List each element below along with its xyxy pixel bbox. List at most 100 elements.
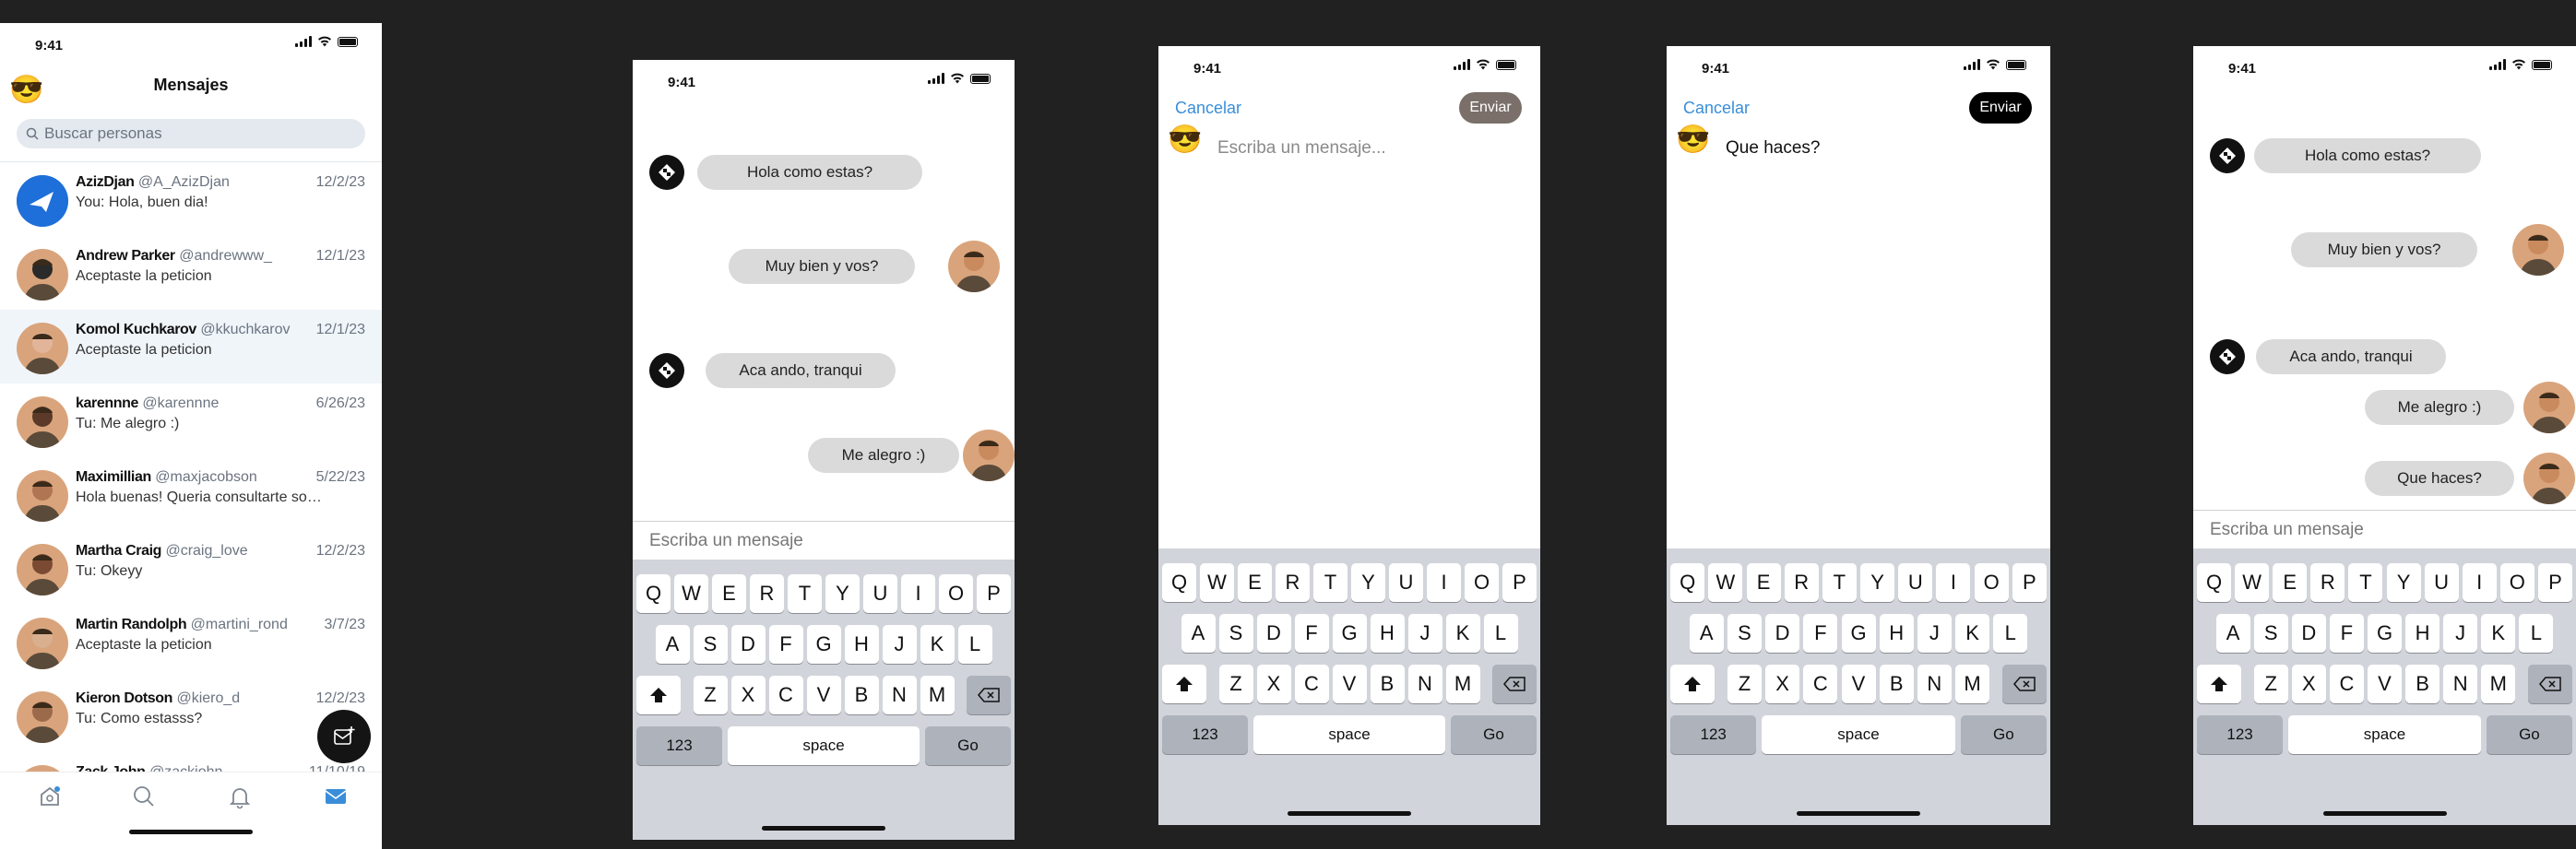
key-f[interactable]: F	[2329, 614, 2364, 653]
key-j[interactable]: J	[2443, 614, 2478, 653]
key-c[interactable]: C	[2329, 665, 2364, 703]
key-q[interactable]: Q	[636, 574, 671, 613]
key-v[interactable]: V	[1841, 665, 1876, 703]
key-k[interactable]: K	[920, 625, 955, 664]
key-h[interactable]: H	[1879, 614, 1914, 653]
key-l[interactable]: L	[2519, 614, 2554, 653]
shift-key[interactable]	[1670, 665, 1715, 703]
key-l[interactable]: L	[1993, 614, 2028, 653]
key-b[interactable]: B	[1879, 665, 1914, 703]
key-e[interactable]: E	[1746, 563, 1781, 602]
space-key[interactable]: space	[1253, 715, 1445, 754]
key-k[interactable]: K	[1955, 614, 1990, 653]
key-j[interactable]: J	[882, 625, 917, 664]
key-o[interactable]: O	[1974, 563, 2009, 602]
key-o[interactable]: O	[939, 574, 973, 613]
key-u[interactable]: U	[2424, 563, 2459, 602]
message-input[interactable]: Escriba un mensaje	[633, 521, 1015, 560]
shift-key[interactable]	[2197, 665, 2242, 703]
search-input[interactable]: Buscar personas	[17, 119, 365, 148]
key-b[interactable]: B	[844, 676, 879, 714]
delete-key[interactable]	[2001, 665, 2047, 703]
key-p[interactable]: P	[977, 574, 1011, 613]
key-s[interactable]: S	[2253, 614, 2288, 653]
key-g[interactable]: G	[1841, 614, 1876, 653]
key-d[interactable]: D	[1256, 614, 1291, 653]
go-key[interactable]: Go	[2486, 715, 2572, 754]
key-l[interactable]: L	[1483, 614, 1518, 653]
key-k[interactable]: K	[1445, 614, 1480, 653]
bell-icon[interactable]	[227, 784, 253, 809]
send-button[interactable]: Enviar	[1459, 92, 1522, 124]
key-d[interactable]: D	[1765, 614, 1800, 653]
key-s[interactable]: S	[1727, 614, 1762, 653]
conversation-row[interactable]: Martin Randolph @martini_rond 3/7/23 Acept…	[0, 605, 382, 678]
message-input[interactable]: Escriba un mensaje	[2193, 510, 2576, 548]
key-p[interactable]: P	[2012, 563, 2047, 602]
key-y[interactable]: Y	[1351, 563, 1385, 602]
go-key[interactable]: Go	[1960, 715, 2047, 754]
key-t[interactable]: T	[1822, 563, 1857, 602]
key-n[interactable]: N	[2443, 665, 2478, 703]
key-z[interactable]: Z	[2253, 665, 2288, 703]
key-a[interactable]: A	[1689, 614, 1724, 653]
space-key[interactable]: space	[728, 726, 920, 765]
key-v[interactable]: V	[806, 676, 841, 714]
numbers-key[interactable]: 123	[1162, 715, 1248, 754]
key-p[interactable]: P	[1502, 563, 1537, 602]
key-j[interactable]: J	[1917, 614, 1952, 653]
key-s[interactable]: S	[1218, 614, 1253, 653]
key-t[interactable]: T	[788, 574, 822, 613]
send-button[interactable]: Enviar	[1969, 92, 2032, 124]
key-k[interactable]: K	[2481, 614, 2516, 653]
conversation-row[interactable]: Komol Kuchkarov @kkuchkarov 12/1/23 Acepta…	[0, 310, 382, 383]
key-n[interactable]: N	[1917, 665, 1952, 703]
key-b[interactable]: B	[1370, 665, 1405, 703]
key-z[interactable]: Z	[693, 676, 728, 714]
key-m[interactable]: M	[2481, 665, 2516, 703]
space-key[interactable]: space	[1762, 715, 1955, 754]
numbers-key[interactable]: 123	[636, 726, 722, 765]
space-key[interactable]: space	[2288, 715, 2481, 754]
key-d[interactable]: D	[730, 625, 766, 664]
key-p[interactable]: P	[2537, 563, 2572, 602]
key-r[interactable]: R	[1276, 563, 1310, 602]
conversation-row[interactable]: Martha Craig @craig_love 12/2/23 Tu: Okeyy	[0, 531, 382, 605]
key-g[interactable]: G	[806, 625, 841, 664]
delete-key[interactable]	[967, 676, 1011, 714]
key-m[interactable]: M	[1445, 665, 1480, 703]
key-w[interactable]: W	[674, 574, 708, 613]
key-s[interactable]: S	[693, 625, 728, 664]
conversation-row[interactable]: Maximillian @maxjacobson 5/22/23 Hola buen…	[0, 457, 382, 531]
compose-input[interactable]: Que haces?	[1726, 138, 1820, 159]
key-x[interactable]: X	[1765, 665, 1800, 703]
key-u[interactable]: U	[1898, 563, 1933, 602]
key-r[interactable]: R	[750, 574, 784, 613]
key-r[interactable]: R	[2310, 563, 2345, 602]
key-a[interactable]: A	[655, 625, 690, 664]
key-y[interactable]: Y	[2386, 563, 2421, 602]
key-j[interactable]: J	[1407, 614, 1442, 653]
cancel-button[interactable]: Cancelar	[1175, 99, 1241, 118]
key-y[interactable]: Y	[1860, 563, 1895, 602]
key-e[interactable]: E	[1238, 563, 1272, 602]
home-icon[interactable]	[37, 784, 63, 809]
key-g[interactable]: G	[2368, 614, 2402, 653]
key-g[interactable]: G	[1332, 614, 1367, 653]
key-e[interactable]: E	[2273, 563, 2308, 602]
key-h[interactable]: H	[844, 625, 879, 664]
compose-input[interactable]: Escriba un mensaje...	[1217, 138, 1386, 159]
key-q[interactable]: Q	[1670, 563, 1705, 602]
key-c[interactable]: C	[1803, 665, 1838, 703]
delete-key[interactable]	[1492, 665, 1537, 703]
key-q[interactable]: Q	[2197, 563, 2232, 602]
conversation-row[interactable]: Andrew Parker @andrewww_ 12/1/23 Aceptaste…	[0, 236, 382, 310]
key-x[interactable]: X	[2291, 665, 2326, 703]
key-z[interactable]: Z	[1727, 665, 1762, 703]
numbers-key[interactable]: 123	[1670, 715, 1757, 754]
key-w[interactable]: W	[1708, 563, 1743, 602]
key-i[interactable]: I	[2462, 563, 2497, 602]
key-w[interactable]: W	[2235, 563, 2270, 602]
key-z[interactable]: Z	[1218, 665, 1253, 703]
key-x[interactable]: X	[730, 676, 766, 714]
